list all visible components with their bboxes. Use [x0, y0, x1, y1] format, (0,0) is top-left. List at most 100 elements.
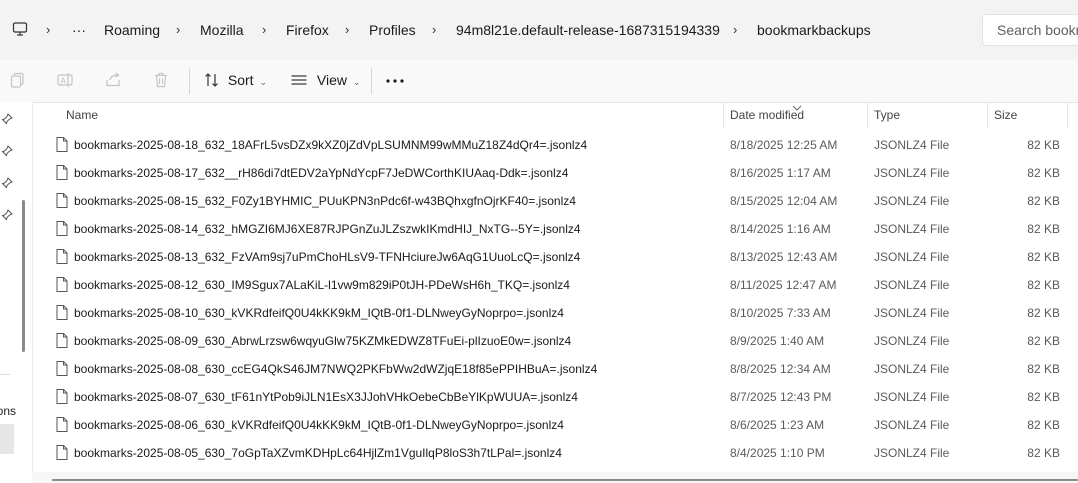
file-name: bookmarks-2025-08-18_632_18AFrL5vsDZx9kX…: [74, 138, 588, 152]
file-row[interactable]: bookmarks-2025-08-15_632_F0Zy1BYHMIC_PUu…: [32, 187, 1078, 215]
file-size: 82 KB: [1027, 166, 1060, 180]
column-header-name[interactable]: Name: [66, 102, 98, 128]
breadcrumb-item-bookmarkbackups[interactable]: bookmarkbackups: [757, 0, 871, 60]
chevron-right-icon[interactable]: ›: [176, 0, 180, 60]
file-row[interactable]: bookmarks-2025-08-14_632_hMGZI6MJ6XE87RJ…: [32, 215, 1078, 243]
file-row[interactable]: bookmarks-2025-08-06_630_kVKRdfeifQ0U4kK…: [32, 411, 1078, 439]
file-type: JSONLZ4 File: [874, 138, 950, 152]
toolbar-divider: [371, 68, 372, 94]
pin-icon[interactable]: [1, 144, 13, 162]
file-size: 82 KB: [1027, 362, 1060, 376]
nav-item-label[interactable]: ons: [0, 404, 16, 418]
more-options-button[interactable]: [384, 70, 406, 92]
file-size: 82 KB: [1027, 222, 1060, 236]
breadcrumb-item-firefox[interactable]: Firefox: [286, 0, 329, 60]
view-label: View: [316, 72, 347, 88]
file-size: 82 KB: [1027, 278, 1060, 292]
file-name: bookmarks-2025-08-12_630_IM9Sgux7ALaKiL-…: [74, 278, 570, 292]
file-type: JSONLZ4 File: [874, 194, 950, 208]
file-type: JSONLZ4 File: [874, 334, 950, 348]
document-icon: [56, 417, 68, 437]
nav-item-selected[interactable]: [0, 424, 14, 454]
column-header-type[interactable]: Type: [874, 102, 900, 128]
file-row[interactable]: bookmarks-2025-08-09_630_AbrwLrzsw6wqyuG…: [32, 327, 1078, 355]
file-date: 8/18/2025 12:25 AM: [730, 138, 838, 152]
file-row[interactable]: bookmarks-2025-08-08_630_ccEG4QkS46JM7NW…: [32, 355, 1078, 383]
file-name: bookmarks-2025-08-07_630_tF61nYtPob9iJLN…: [74, 390, 578, 404]
column-divider[interactable]: [987, 102, 988, 128]
file-type: JSONLZ4 File: [874, 222, 950, 236]
sort-icon: [204, 72, 220, 88]
toolbar-divider: [189, 68, 190, 94]
share-icon[interactable]: [104, 71, 122, 94]
file-date: 8/13/2025 12:43 AM: [730, 250, 838, 264]
file-row[interactable]: bookmarks-2025-08-10_630_kVKRdfeifQ0U4kK…: [32, 299, 1078, 327]
column-header-date-modified[interactable]: Date modified: [730, 102, 804, 128]
file-date: 8/14/2025 1:16 AM: [730, 222, 831, 236]
breadcrumb-item-profiles[interactable]: Profiles: [369, 0, 416, 60]
file-name: bookmarks-2025-08-05_630_7oGpTaXZvmKDHpL…: [74, 446, 562, 460]
search-input[interactable]: Search bookm: [982, 14, 1078, 46]
monitor-icon[interactable]: [12, 21, 28, 42]
file-size: 82 KB: [1027, 250, 1060, 264]
pin-icon[interactable]: [1, 176, 13, 194]
file-size: 82 KB: [1027, 194, 1060, 208]
sort-label: Sort: [227, 72, 254, 88]
file-type: JSONLZ4 File: [874, 166, 950, 180]
file-row[interactable]: bookmarks-2025-08-07_630_tF61nYtPob9iJLN…: [32, 383, 1078, 411]
document-icon: [56, 445, 68, 465]
navigation-pane: ons: [0, 102, 33, 483]
breadcrumb-item-profile[interactable]: 94m8l21e.default-release-1687315194339: [456, 0, 720, 60]
column-divider[interactable]: [1067, 102, 1068, 128]
file-type: JSONLZ4 File: [874, 362, 950, 376]
file-type: JSONLZ4 File: [874, 306, 950, 320]
column-header: Name Date modified Type Size: [32, 102, 1078, 128]
file-date: 8/9/2025 1:40 AM: [730, 334, 825, 348]
file-type: JSONLZ4 File: [874, 418, 950, 432]
file-size: 82 KB: [1027, 334, 1060, 348]
file-type: JSONLZ4 File: [874, 390, 950, 404]
column-header-size[interactable]: Size: [994, 102, 1017, 128]
horizontal-scrollbar-thumb[interactable]: [52, 479, 1078, 481]
document-icon: [56, 165, 68, 185]
file-row[interactable]: bookmarks-2025-08-18_632_18AFrL5vsDZx9kX…: [32, 131, 1078, 159]
chevron-right-icon[interactable]: ›: [262, 0, 266, 60]
file-date: 8/11/2025 12:47 AM: [730, 278, 837, 292]
file-name: bookmarks-2025-08-13_632_FzVAm9sj7uPmCho…: [74, 250, 581, 264]
horizontal-scrollbar-track[interactable]: [32, 472, 1078, 483]
document-icon: [56, 361, 68, 381]
sort-button[interactable]: Sort ⌄: [204, 60, 267, 100]
rename-icon[interactable]: A: [56, 71, 74, 94]
file-row[interactable]: bookmarks-2025-08-17_632__rH86di7dtEDV2a…: [32, 159, 1078, 187]
chevron-right-icon[interactable]: ›: [345, 0, 349, 60]
column-divider[interactable]: [723, 102, 724, 128]
document-icon: [56, 389, 68, 409]
breadcrumb-item-roaming[interactable]: Roaming: [104, 0, 160, 60]
breadcrumb-item-mozilla[interactable]: Mozilla: [200, 0, 244, 60]
chevron-right-icon[interactable]: ›: [733, 0, 737, 60]
pin-icon[interactable]: [1, 208, 13, 226]
file-row[interactable]: bookmarks-2025-08-05_630_7oGpTaXZvmKDHpL…: [32, 439, 1078, 467]
file-row[interactable]: bookmarks-2025-08-12_630_IM9Sgux7ALaKiL-…: [32, 271, 1078, 299]
chevron-right-icon[interactable]: ›: [432, 0, 436, 60]
file-row[interactable]: bookmarks-2025-08-13_632_FzVAm9sj7uPmCho…: [32, 243, 1078, 271]
document-icon: [56, 137, 68, 157]
file-size: 82 KB: [1027, 306, 1060, 320]
file-size: 82 KB: [1027, 418, 1060, 432]
file-date: 8/10/2025 7:33 AM: [730, 306, 831, 320]
chevron-right-icon[interactable]: ›: [46, 0, 50, 60]
view-button[interactable]: View ⌄: [290, 60, 360, 100]
nav-scrollbar[interactable]: [22, 200, 25, 352]
breadcrumb-more-button[interactable]: ···: [72, 0, 86, 60]
file-name: bookmarks-2025-08-10_630_kVKRdfeifQ0U4kK…: [74, 306, 564, 320]
document-icon: [56, 277, 68, 297]
file-name: bookmarks-2025-08-06_630_kVKRdfeifQ0U4kK…: [74, 418, 564, 432]
address-bar: › ··· Roaming › Mozilla › Firefox › Prof…: [0, 0, 1078, 60]
file-name: bookmarks-2025-08-08_630_ccEG4QkS46JM7NW…: [74, 362, 598, 376]
column-divider[interactable]: [867, 102, 868, 128]
file-type: JSONLZ4 File: [874, 446, 950, 460]
copy-icon[interactable]: [9, 71, 27, 94]
trash-icon[interactable]: [152, 71, 170, 94]
chevron-down-icon: ⌄: [352, 77, 361, 87]
pin-icon[interactable]: [1, 112, 13, 130]
